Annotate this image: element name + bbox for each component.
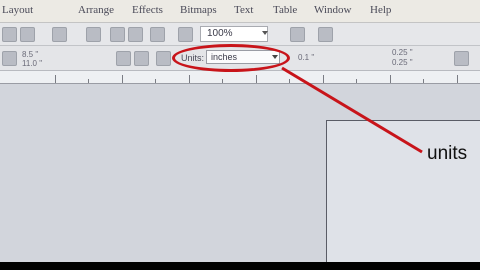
ruler-tick — [390, 75, 391, 83]
ruler-tick — [122, 75, 123, 83]
highlight-circle — [172, 44, 290, 72]
ruler-tick — [55, 75, 56, 83]
portrait-icon[interactable] — [116, 51, 131, 66]
undo-icon[interactable] — [110, 27, 125, 42]
ruler-tick — [289, 79, 290, 83]
menu-table[interactable]: Table — [273, 4, 297, 16]
open-icon[interactable] — [20, 27, 35, 42]
page-height-value[interactable]: 11.0 " — [22, 59, 42, 68]
paste-icon[interactable] — [86, 27, 101, 42]
all-pages-icon[interactable] — [156, 51, 171, 66]
chevron-down-icon[interactable] — [262, 31, 268, 35]
page-width-value[interactable]: 8.5 " — [22, 50, 38, 59]
duplicate-distance-x[interactable]: 0.25 " — [392, 48, 413, 57]
annotation-label: units — [427, 143, 468, 164]
duplicate-distance-y[interactable]: 0.25 " — [392, 58, 413, 67]
menu-layout[interactable]: Layout — [2, 4, 33, 16]
menu-bitmaps[interactable]: Bitmaps — [180, 4, 217, 16]
application-window: Layout Arrange Effects Bitmaps Text Tabl… — [0, 0, 480, 262]
menu-text[interactable]: Text — [234, 4, 253, 16]
horizontal-ruler[interactable] — [0, 71, 480, 84]
menu-bar: Layout Arrange Effects Bitmaps Text Tabl… — [0, 0, 480, 23]
ruler-tick — [256, 75, 257, 83]
ruler-tick — [222, 79, 223, 83]
menu-arrange[interactable]: Arrange — [78, 4, 114, 16]
ruler-tick — [155, 79, 156, 83]
export-icon[interactable] — [178, 27, 193, 42]
menu-help[interactable]: Help — [370, 4, 391, 16]
menu-effects[interactable]: Effects — [132, 4, 163, 16]
nudge-distance-value[interactable]: 0.1 " — [298, 53, 314, 62]
ruler-tick — [323, 75, 324, 83]
redo-icon[interactable] — [128, 27, 143, 42]
page-border — [326, 120, 480, 262]
landscape-icon[interactable] — [134, 51, 149, 66]
ruler-tick — [423, 79, 424, 83]
ruler-tick — [457, 75, 458, 83]
page-size-icon[interactable] — [2, 51, 17, 66]
import-icon[interactable] — [150, 27, 165, 42]
menu-window[interactable]: Window — [314, 4, 351, 16]
welcome-screen-icon[interactable] — [318, 27, 333, 42]
cut-icon[interactable] — [52, 27, 67, 42]
ruler-tick — [88, 79, 89, 83]
zoom-level-select[interactable]: 100% — [200, 26, 268, 42]
new-icon[interactable] — [2, 27, 17, 42]
ruler-tick — [189, 75, 190, 83]
options-icon[interactable] — [454, 51, 469, 66]
ruler-tick — [356, 79, 357, 83]
app-launcher-icon[interactable] — [290, 27, 305, 42]
